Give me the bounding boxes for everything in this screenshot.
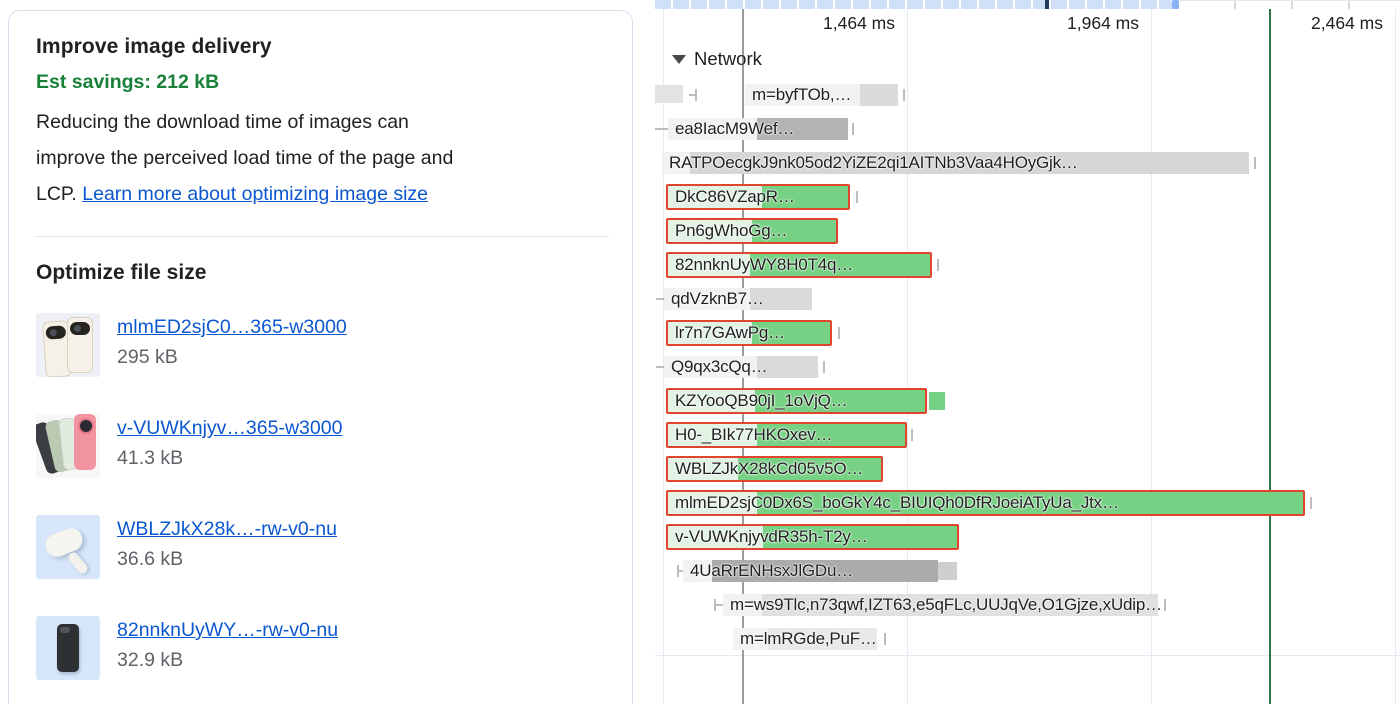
- insight-title: Improve image delivery: [36, 35, 604, 59]
- timeline-overview-strip[interactable]: [655, 0, 1400, 9]
- file-thumbnail-chromecast: [36, 515, 100, 579]
- request-label: mlmED2sjC0Dx6S_boGkY4c_BIUIQh0DfRJoeiATy…: [675, 490, 1119, 516]
- request-label: m=lmRGde,PuF…: [740, 628, 877, 650]
- request-label: Q9qx3cQq…: [671, 356, 767, 378]
- request-end-tick: [903, 89, 905, 101]
- optimize-file-size-title: Optimize file size: [36, 261, 604, 285]
- overview-selection-range[interactable]: [655, 0, 1172, 9]
- file-item: mlmED2sjC0…365-w3000 295 kB: [36, 313, 604, 377]
- file-texts: WBLZJkX28k…-rw-v0-nu 36.6 kB: [117, 515, 337, 571]
- time-label: 1,464 ms: [823, 13, 895, 35]
- request-whisker: [655, 128, 668, 130]
- request-label: m=byfTOb,…: [752, 84, 851, 106]
- request-label: KZYooQB90jI_1oVjQ…: [675, 388, 848, 414]
- file-item: v-VUWKnjyv…365-w3000 41.3 kB: [36, 414, 604, 478]
- learn-more-link[interactable]: Learn more about optimizing image size: [82, 183, 428, 205]
- track-separator: [655, 655, 1400, 656]
- file-texts: v-VUWKnjyv…365-w3000 41.3 kB: [117, 414, 342, 470]
- request-fragment: [655, 85, 683, 103]
- file-item: WBLZJkX28k…-rw-v0-nu 36.6 kB: [36, 515, 604, 579]
- request-label: lr7n7GAwPg…: [675, 320, 785, 346]
- file-size: 36.6 kB: [117, 548, 337, 571]
- file-thumbnail-phone-dark: [36, 616, 100, 680]
- file-link[interactable]: mlmED2sjC0…365-w3000: [117, 316, 347, 339]
- request-fragment: [929, 392, 945, 410]
- request-end-tick: [1254, 157, 1256, 169]
- gridline: [1395, 9, 1396, 704]
- insight-description: Reducing the download time of images can…: [36, 104, 604, 212]
- description-line: Reducing the download time of images can: [36, 111, 409, 133]
- request-label: RATPOecgkJ9nk05od2YiZE2qi1AITNb3Vaa4HOyG…: [669, 152, 1078, 174]
- request-label: 4UaRrENHsxJlGDu…: [690, 560, 853, 582]
- request-label: Pn6gWhoGg…: [675, 218, 787, 244]
- file-texts: 82nnknUyWY…-rw-v0-nu 32.9 kB: [117, 616, 338, 672]
- file-size: 41.3 kB: [117, 447, 342, 470]
- lcp-marker-line: [1269, 9, 1271, 704]
- request-label: ea8IacM9Wef…: [675, 118, 794, 140]
- est-savings-badge: Est savings: 212 kB: [36, 71, 604, 94]
- request-start-tick: [695, 89, 697, 101]
- request-end-tick: [1164, 599, 1166, 611]
- request-start-tick: [677, 565, 679, 577]
- file-link[interactable]: WBLZJkX28k…-rw-v0-nu: [117, 518, 337, 541]
- request-label: v-VUWKnjyvdR35h-T2y…: [675, 524, 868, 550]
- request-label: m=ws9Tlc,n73qwf,IZT63,e5qFLc,UUJqVe,O1Gj…: [730, 594, 1162, 616]
- request-end-tick: [856, 191, 858, 203]
- file-list: mlmED2sjC0…365-w3000 295 kB v-VUWKnjyv…365…: [36, 313, 604, 680]
- divider: [36, 236, 609, 237]
- overview-range-handle[interactable]: [1172, 0, 1179, 9]
- insight-card: Improve image delivery Est savings: 212 …: [8, 10, 633, 704]
- request-label: DkC86VZapR…: [675, 184, 795, 210]
- request-end-tick: [911, 429, 913, 441]
- request-whisker: [656, 298, 664, 300]
- request-end-tick: [1310, 497, 1312, 509]
- collapse-triangle-icon[interactable]: [672, 55, 686, 64]
- network-track-header[interactable]: Network: [672, 47, 762, 71]
- file-size: 32.9 kB: [117, 649, 338, 672]
- request-label: WBLZJkX28kCd05v5O…: [675, 456, 863, 482]
- overview-marker-tick: [1045, 0, 1049, 9]
- request-label: 82nnknUyWY8H0T4q…: [675, 252, 853, 278]
- request-label: qdVzknB7…: [671, 288, 764, 310]
- file-thumbnail-pixel-colors: [36, 414, 100, 478]
- file-size: 295 kB: [117, 346, 347, 369]
- request-end-tick: [852, 123, 854, 135]
- devtools-performance-panel: Network 1,464 ms 1,964 ms 2,464 ms m=byfTOb…: [0, 0, 1400, 704]
- file-link[interactable]: 82nnknUyWY…-rw-v0-nu: [117, 619, 338, 642]
- file-thumbnail-pixel-cream: [36, 313, 100, 377]
- request-end-tick: [823, 361, 825, 373]
- request-end-tick: [838, 327, 840, 339]
- request-fragment: [938, 562, 957, 580]
- file-texts: mlmED2sjC0…365-w3000 295 kB: [117, 313, 347, 369]
- network-track-label: Network: [694, 48, 762, 70]
- time-label: 2,464 ms: [1311, 13, 1383, 35]
- request-end-tick: [884, 633, 886, 645]
- request-label: H0-_BIk77HKOxev…: [675, 422, 832, 448]
- request-start-tick: [714, 599, 716, 611]
- description-line: LCP.: [36, 183, 82, 205]
- request-whisker: [656, 366, 664, 368]
- overview-filmstrip-area: [1179, 0, 1400, 9]
- description-line: improve the perceived load time of the p…: [36, 147, 453, 169]
- time-label: 1,964 ms: [1067, 13, 1139, 35]
- file-item: 82nnknUyWY…-rw-v0-nu 32.9 kB: [36, 616, 604, 680]
- file-link[interactable]: v-VUWKnjyv…365-w3000: [117, 417, 342, 440]
- request-end-tick: [937, 259, 939, 271]
